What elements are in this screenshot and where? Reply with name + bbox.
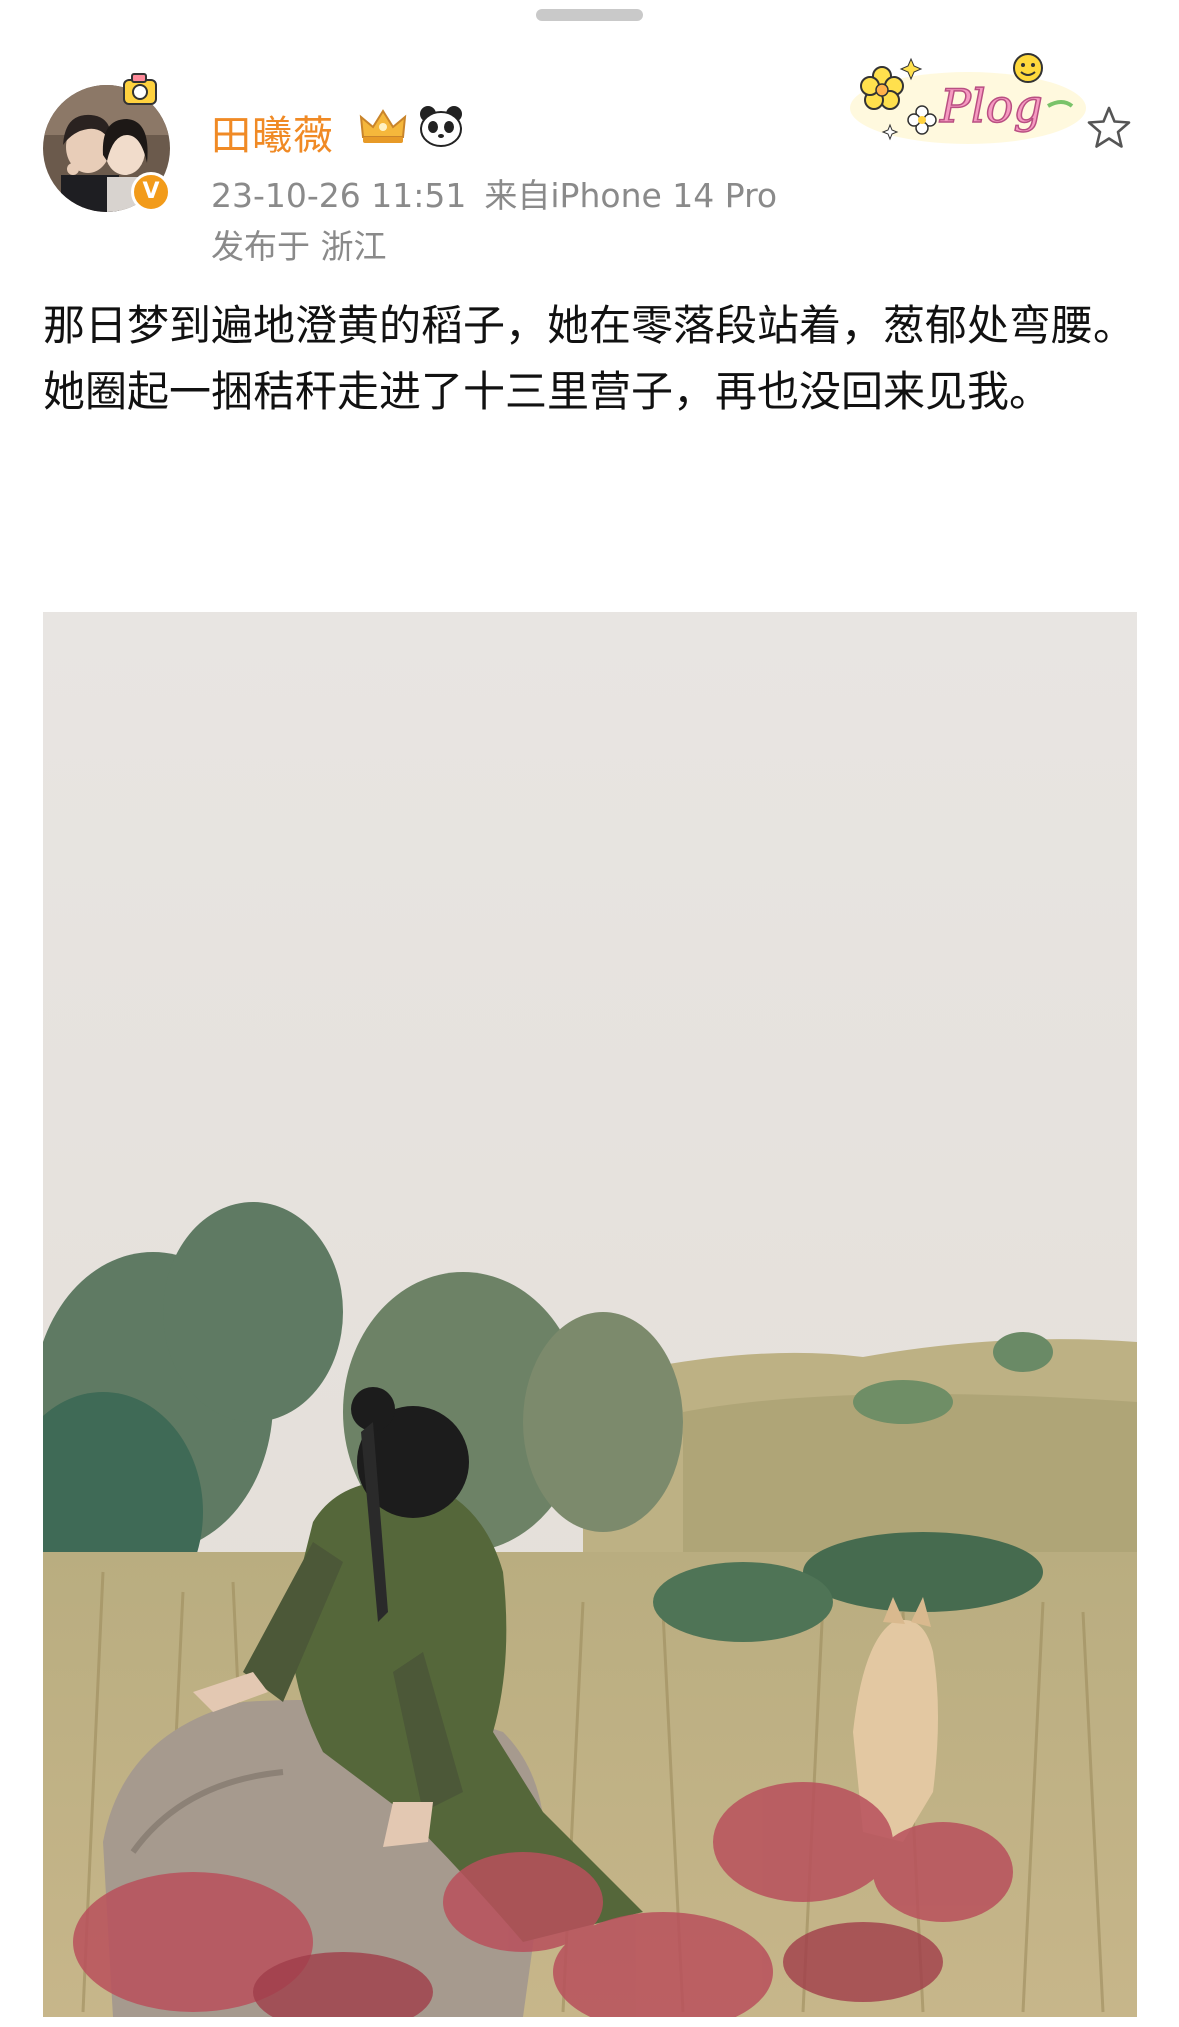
post-body: 那日梦到遍地澄黄的稻子，她在零落段站着，葱郁处弯腰。 她圈起一捆秸秆走进了十三里… — [43, 293, 1143, 425]
avatar-sticker-icon — [123, 73, 157, 105]
plog-text: Plog — [939, 79, 1043, 133]
post-text-line: 那日梦到遍地澄黄的稻子，她在零落段站着，葱郁处弯腰。 — [43, 301, 1136, 350]
post-location: 发布于 浙江 — [211, 227, 387, 266]
sheet-grabber[interactable] — [536, 9, 643, 21]
post-timestamp: 23-10-26 11:51 — [211, 176, 467, 215]
panda-badge-icon[interactable] — [418, 104, 464, 148]
post-source[interactable]: 来自iPhone 14 Pro — [484, 176, 777, 215]
crown-badge-icon[interactable] — [357, 105, 409, 147]
post-text-line: 她圈起一捆秸秆走进了十三里营子，再也没回来见我。 — [43, 367, 1052, 416]
post-photo[interactable] — [43, 612, 1137, 2017]
post-meta: 23-10-26 11:51 来自iPhone 14 Pro — [211, 169, 795, 217]
author-name[interactable]: 田曦薇 — [211, 103, 334, 161]
plog-sticker-icon: Plog — [850, 53, 1086, 144]
post-sheet: V 田曦薇 23-10-26 11:51 来自iPhone 14 Pro 发布于 … — [0, 0, 1179, 2027]
verified-badge-icon: V — [131, 172, 171, 212]
favorite-star-icon[interactable] — [1085, 104, 1133, 152]
